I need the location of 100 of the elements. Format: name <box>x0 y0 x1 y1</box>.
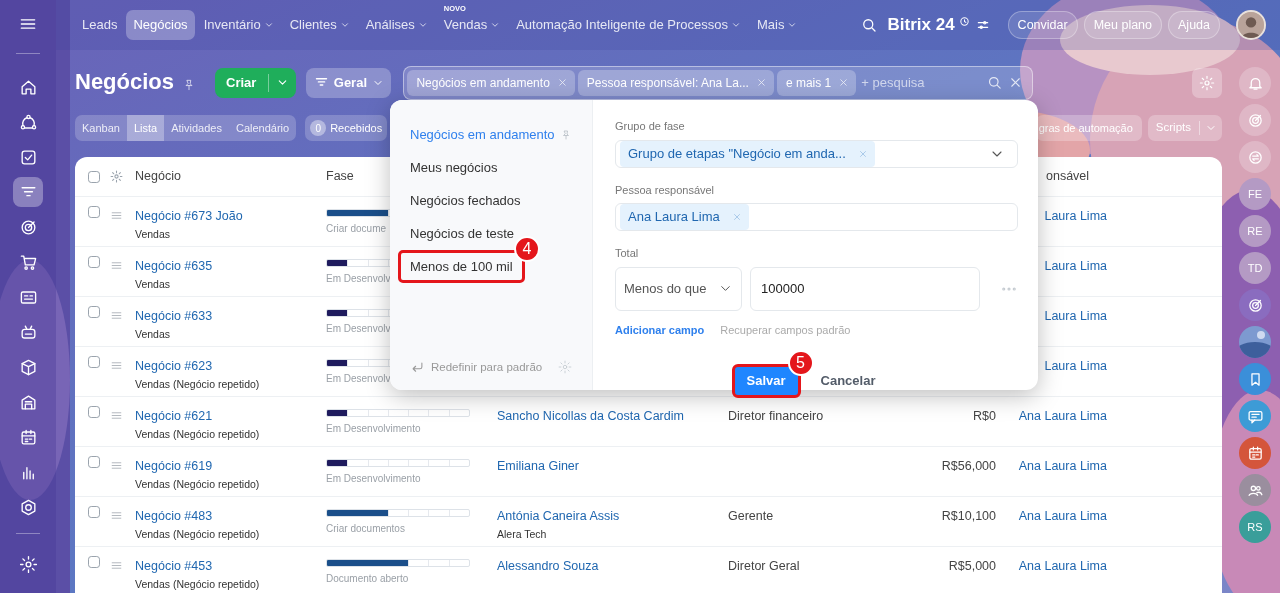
row-checkbox[interactable] <box>88 206 100 218</box>
responsible-link[interactable]: Laura Lima <box>1044 259 1107 273</box>
reset-link[interactable]: Redefinir para padrão <box>431 358 543 376</box>
rail-button[interactable] <box>1239 104 1271 136</box>
close-icon[interactable] <box>755 77 767 88</box>
settings-icon[interactable] <box>558 360 572 375</box>
select-all-checkbox[interactable] <box>88 170 100 183</box>
sidebar-item[interactable] <box>13 177 43 207</box>
filter-preset[interactable]: Negócios em andamento <box>398 118 584 151</box>
drag-handle-icon[interactable] <box>110 259 123 272</box>
drag-handle-icon[interactable] <box>110 509 123 522</box>
callout-badge: 5 <box>787 350 814 376</box>
category-button[interactable]: Geral <box>306 67 392 98</box>
incoming-counter[interactable]: 0 Recebidos <box>305 115 388 141</box>
search-icon[interactable] <box>986 74 1004 91</box>
deal-subtitle: Vendas <box>135 226 172 242</box>
nav-menu-item[interactable]: Análises <box>358 10 435 40</box>
deal-link[interactable]: Negócio #483 <box>135 509 213 523</box>
value-field[interactable]: 100000 <box>750 266 980 311</box>
deal-subtitle: Vendas <box>135 326 172 342</box>
tag-select-field[interactable]: Grupo de etapas "Negócio em anda... <box>615 139 1018 168</box>
nav-menu-item[interactable]: Inventário <box>196 10 281 40</box>
tag-select-field[interactable]: Ana Laura Lima <box>615 203 1018 231</box>
responsible-link[interactable]: Ana Laura Lima <box>1018 559 1107 573</box>
target-icon <box>1246 296 1264 314</box>
operator-select[interactable]: Menos do que <box>615 266 742 311</box>
view-tab[interactable]: Kanban <box>75 115 127 141</box>
deal-subtitle: Vendas <box>135 276 172 292</box>
robot-icon <box>18 322 38 342</box>
column-header[interactable]: Negócio <box>135 167 326 186</box>
nav-menu-item[interactable]: Negócios <box>126 10 195 40</box>
responsible-link[interactable]: Laura Lima <box>1044 359 1107 373</box>
contact-link[interactable]: Emiliana Giner <box>497 459 579 473</box>
close-icon[interactable] <box>556 77 568 88</box>
responsible-link[interactable]: Laura Lima <box>1044 209 1107 223</box>
position-text: Diretor financeiro <box>728 409 824 423</box>
field-label: Grupo de fase <box>615 119 686 134</box>
deal-link[interactable]: Negócio #635 <box>135 259 213 273</box>
drag-handle-icon[interactable] <box>110 459 123 472</box>
view-tab[interactable]: Calendário <box>228 115 297 141</box>
view-tab[interactable]: Atividades <box>164 115 229 141</box>
deal-subtitle: Vendas (Negócio repetido) <box>135 376 261 392</box>
row-checkbox[interactable] <box>88 356 100 368</box>
pin-icon[interactable] <box>560 128 572 141</box>
remove-icon[interactable] <box>731 212 742 222</box>
close-icon[interactable] <box>838 77 850 88</box>
deal-link[interactable]: Negócio #673 João <box>135 209 243 223</box>
total-amount: R$5,000 <box>948 559 996 573</box>
drag-handle-icon[interactable] <box>110 559 123 572</box>
nav-menu-item[interactable]: Clientes <box>282 10 357 40</box>
selected-tag[interactable]: Grupo de etapas "Negócio em anda... <box>620 140 875 167</box>
deal-link[interactable]: Negócio #621 <box>135 409 213 423</box>
company-name: Alera Tech <box>497 526 548 542</box>
drag-handle-icon[interactable] <box>110 409 123 422</box>
contact-link[interactable]: Antónia Caneira Assis <box>497 509 620 523</box>
total-amount: R$56,000 <box>941 459 996 473</box>
rail-button[interactable] <box>1239 67 1271 99</box>
search-field[interactable]: + pesquisa <box>859 71 984 94</box>
hexagon-icon <box>18 497 38 517</box>
create-button[interactable]: Criar <box>215 67 297 98</box>
responsible-link[interactable]: Ana Laura Lima <box>1018 459 1107 473</box>
row-checkbox[interactable] <box>88 556 100 568</box>
row-checkbox[interactable] <box>88 306 100 318</box>
header-button[interactable]: Convidar <box>1007 10 1078 40</box>
sliders-icon[interactable] <box>975 18 990 32</box>
deal-link[interactable]: Negócio #453 <box>135 559 213 573</box>
row-checkbox[interactable] <box>88 456 100 468</box>
cancel-button[interactable]: Cancelar <box>814 370 882 392</box>
row-checkbox[interactable] <box>88 406 100 418</box>
position-text: Gerente <box>728 509 774 523</box>
cube-icon <box>18 357 38 377</box>
add-field-link[interactable]: Adicionar campo <box>615 321 705 338</box>
rail-button[interactable] <box>1239 141 1271 173</box>
responsible-link[interactable]: Ana Laura Lima <box>1018 409 1107 423</box>
contact-link[interactable]: Alessandro Souza <box>497 559 599 573</box>
stage-label: Criar documentos <box>326 522 405 536</box>
row-checkbox[interactable] <box>88 506 100 518</box>
settings-icon[interactable] <box>110 170 123 183</box>
nav-menu-item[interactable]: Leads <box>75 10 125 40</box>
counter-label: Recebidos <box>330 120 383 136</box>
nav-menu-item[interactable]: Mais <box>749 10 805 40</box>
row-checkbox[interactable] <box>88 256 100 268</box>
responsible-link[interactable]: Ana Laura Lima <box>1018 509 1107 523</box>
responsible-link[interactable]: Laura Lima <box>1044 309 1107 323</box>
filter-preset[interactable]: Negócios fechados <box>398 184 584 217</box>
deal-link[interactable]: Negócio #619 <box>135 459 213 473</box>
deal-link[interactable]: Negócio #633 <box>135 309 213 323</box>
stage-label: Criar docume <box>326 222 387 236</box>
stage-label: Em Desenvolv <box>326 372 391 386</box>
drag-handle-icon[interactable] <box>110 359 123 372</box>
filter-preset[interactable]: Meus negócios <box>398 151 584 184</box>
nav-menu-item[interactable]: Automação Inteligente de Processos <box>509 10 748 40</box>
drag-handle-icon[interactable] <box>110 209 123 222</box>
drag-handle-icon[interactable] <box>110 309 123 322</box>
contact-link[interactable]: Sancho Nicollas da Costa Cardim <box>497 409 684 423</box>
remove-icon[interactable] <box>857 148 868 159</box>
deal-link[interactable]: Negócio #623 <box>135 359 213 373</box>
field-label: Pessoa responsável <box>615 182 716 198</box>
selected-tag[interactable]: Ana Laura Lima <box>620 204 749 230</box>
stage-label: Em Desenvolvimento <box>326 472 421 486</box>
